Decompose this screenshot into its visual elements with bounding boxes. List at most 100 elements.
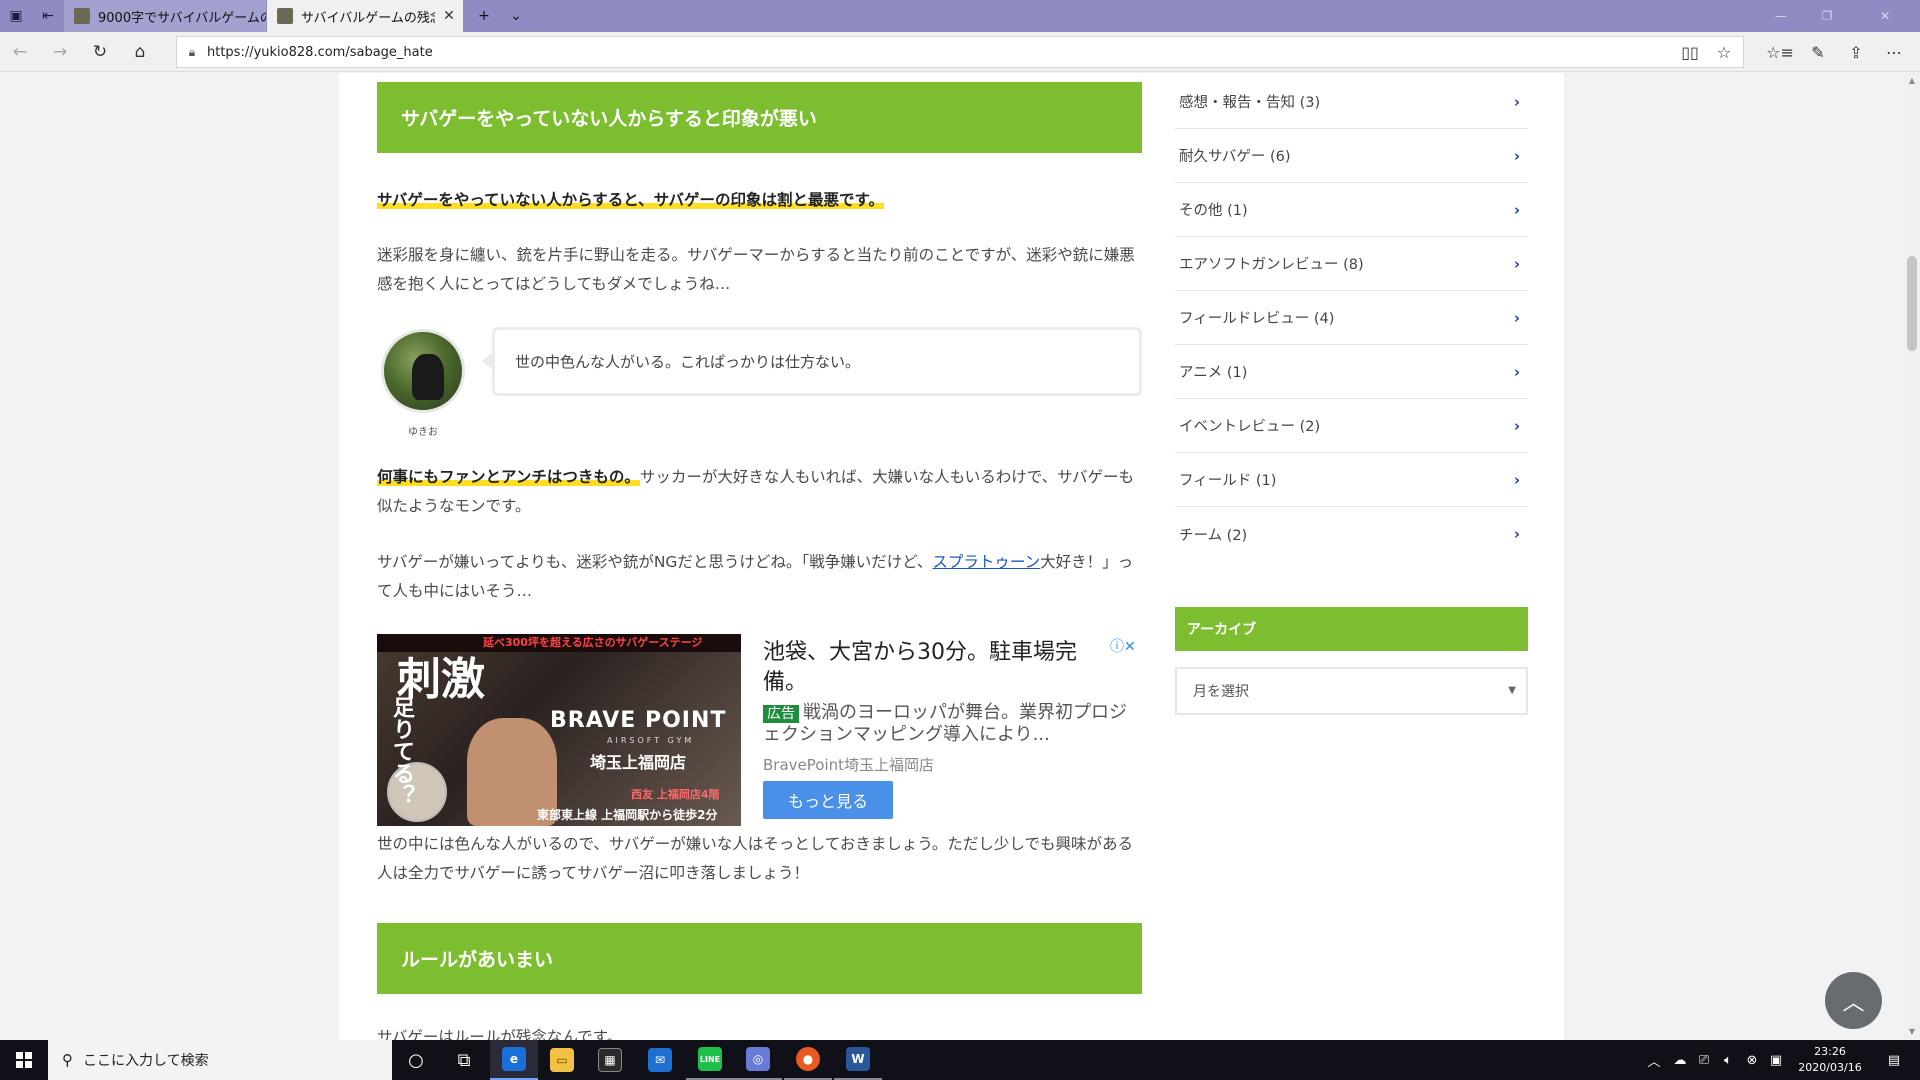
content-container: サバゲーをやっていない人からすると印象が悪い サバゲーをやっていない人からすると… — [339, 73, 1564, 1040]
tab-sabage-guide[interactable]: 9000字でサバイバルゲームの始め — [64, 0, 266, 32]
notification-center-icon[interactable]: ▤ — [1874, 1040, 1914, 1080]
new-tab-icon[interactable]: + — [468, 0, 500, 32]
tab-list-chevron-icon[interactable]: ⌄ — [500, 0, 532, 32]
ad-description: 広告 戦渦のヨーロッパが舞台。業界初プロジェクションマッピング導入により... — [763, 702, 1133, 746]
reading-view-icon[interactable]: ▯▯ — [1674, 36, 1706, 68]
paragraph-rules: サバゲーはルールが残念なんです。 — [377, 1028, 623, 1040]
tab-title: 9000字でサバイバルゲームの始め — [98, 10, 266, 26]
chevron-right-icon: › — [1513, 93, 1520, 111]
section-heading-rules: ルールがあいまい — [377, 923, 1142, 994]
maximize-icon[interactable]: ❐ — [1804, 0, 1850, 32]
avatar — [381, 329, 465, 413]
ad-image-top-text: 延べ300坪を超える広さのサバゲーステージ — [377, 634, 741, 652]
tab-title: サバイバルゲームの残念など — [301, 10, 435, 26]
onedrive-cloud-icon[interactable]: ☁ — [1668, 1040, 1692, 1080]
tab-favicon-icon — [74, 8, 90, 24]
category-item[interactable]: エアソフトガンレビュー (8) › — [1175, 237, 1528, 291]
scrollbar-thumb[interactable] — [1907, 256, 1917, 351]
mail-icon[interactable]: ✉ — [636, 1040, 684, 1080]
splatoon-link[interactable]: スプラトゥーン — [932, 553, 1040, 571]
cortana-icon[interactable]: ○ — [392, 1040, 440, 1080]
windows-logo-icon — [16, 1052, 32, 1068]
archive-select-value: 月を選択 — [1193, 684, 1249, 700]
scroll-up-icon[interactable]: ▲ — [1904, 73, 1920, 89]
back-arrow-icon[interactable]: ← — [4, 36, 36, 68]
ad-badge: 広告 — [763, 705, 799, 723]
set-aside-tabs-icon[interactable]: ⇤ — [32, 0, 64, 32]
back-to-top-button[interactable]: ︿ — [1825, 972, 1882, 1029]
tab-actions-icon[interactable]: ▣ — [0, 0, 32, 32]
advertisement[interactable]: 延べ300坪を超える広さのサバゲーステージ 刺激 足りてる？ BRAVE POI… — [377, 634, 1142, 826]
tray-x-icon[interactable]: ⊗ — [1740, 1040, 1764, 1080]
category-item[interactable]: 感想・報告・告知 (3) › — [1175, 75, 1528, 129]
category-item[interactable]: チーム (2) › — [1175, 507, 1528, 561]
ad-image-access: 東部東上線 上福岡駅から徒歩2分 — [537, 808, 718, 822]
favorites-hub-icon[interactable]: ☆≡ — [1764, 36, 1796, 68]
paragraph-text: サバゲーが嫌いってよりも、迷彩や銃がNGだと思うけどね。「戦争嫌いだけど、 — [377, 553, 933, 571]
category-item[interactable]: 耐久サバゲー (6) › — [1175, 129, 1528, 183]
browser-tab-bar: ▣ ⇤ 9000字でサバイバルゲームの始め サバイバルゲームの残念など ✕ + … — [0, 0, 1920, 32]
taskbar-search[interactable]: ⚲ ここに入力して検索 — [48, 1040, 392, 1080]
taskbar-clock[interactable]: 23:26 2020/03/16 — [1790, 1040, 1870, 1080]
refresh-icon[interactable]: ↻ — [84, 36, 116, 68]
line-app-icon[interactable]: LINE — [686, 1040, 734, 1080]
tab-sabage-hate[interactable]: サバイバルゲームの残念など ✕ — [267, 0, 463, 32]
category-label: 耐久サバゲー (6) — [1179, 149, 1291, 165]
dropdown-arrow-icon: ▼ — [1508, 685, 1516, 696]
notes-pen-icon[interactable]: ✎ — [1802, 36, 1834, 68]
store-icon[interactable]: ▦ — [586, 1040, 634, 1080]
avatar-name: ゆきお — [408, 427, 438, 438]
category-item[interactable]: その他 (1) › — [1175, 183, 1528, 237]
address-bar[interactable]: 🔒︎ https://yukio828.com/sabage_hate — [176, 36, 1744, 68]
paragraph-lead: サバゲーをやっていない人からすると、サバゲーの印象は割と最悪です。 — [377, 186, 1142, 215]
network-icon[interactable]: ⎚ — [1692, 1040, 1716, 1080]
favorite-star-icon[interactable]: ☆ — [1708, 36, 1740, 68]
tray-chevron-up-icon[interactable]: ︿ — [1642, 1040, 1666, 1080]
page-scrollbar[interactable]: ▲ ▼ — [1904, 73, 1920, 1040]
clock-time: 23:26 — [1814, 1045, 1846, 1058]
web-page: サバゲーをやっていない人からすると印象が悪い サバゲーをやっていない人からすると… — [0, 73, 1904, 1040]
tab-favicon-icon — [277, 8, 293, 24]
chevron-right-icon: › — [1513, 417, 1520, 435]
category-item[interactable]: フィールドレビュー (4) › — [1175, 291, 1528, 345]
scroll-down-icon[interactable]: ▼ — [1904, 1024, 1920, 1040]
minimize-icon[interactable]: — — [1758, 0, 1804, 32]
ad-headline[interactable]: 池袋、大宮から30分。駐車場完備。 — [763, 638, 1093, 698]
category-label: アニメ (1) — [1179, 365, 1248, 381]
tab-close-icon[interactable]: ✕ — [435, 8, 463, 24]
task-view-icon[interactable]: ⧉ — [440, 1040, 488, 1080]
share-icon[interactable]: ⇪ — [1840, 36, 1872, 68]
more-menu-icon[interactable]: ⋯ — [1878, 36, 1910, 68]
search-icon: ⚲ — [62, 1051, 73, 1069]
home-icon[interactable]: ⌂ — [124, 36, 156, 68]
word-icon[interactable]: W — [834, 1040, 882, 1080]
ad-info-close-icon[interactable]: ⓘ✕ — [1110, 636, 1136, 656]
ime-icon[interactable]: ▣ — [1764, 1040, 1788, 1080]
url-text: https://yukio828.com/sabage_hate — [207, 44, 433, 60]
category-label: フィールド (1) — [1179, 473, 1277, 489]
highlight-text: 何事にもファンとアンチはつきもの。 — [377, 468, 640, 486]
category-item[interactable]: アニメ (1) › — [1175, 345, 1528, 399]
volume-icon[interactable]: 🔈︎ — [1716, 1040, 1740, 1080]
archive-month-select[interactable]: 月を選択 ▼ — [1175, 667, 1528, 715]
chevron-right-icon: › — [1513, 471, 1520, 489]
chevron-right-icon: › — [1513, 309, 1520, 327]
ad-more-button[interactable]: もっと見る — [763, 781, 893, 819]
file-explorer-icon[interactable]: ▭ — [538, 1040, 586, 1080]
start-button[interactable] — [0, 1040, 48, 1080]
category-item[interactable]: フィールド (1) › — [1175, 453, 1528, 507]
category-label: 感想・報告・告知 (3) — [1179, 95, 1321, 111]
edge-browser-icon[interactable]: e — [490, 1040, 538, 1080]
discord-icon[interactable]: ◎ — [734, 1040, 782, 1080]
ad-image-brand-sub: AIRSOFT GYM — [607, 736, 695, 745]
paragraph-fans: 何事にもファンとアンチはつきもの。サッカーが大好きな人もいれば、大嫌いな人もいる… — [377, 463, 1142, 521]
forward-arrow-icon[interactable]: → — [44, 36, 76, 68]
category-item[interactable]: イベントレビュー (2) › — [1175, 399, 1528, 453]
maps-pin-icon[interactable]: ● — [784, 1040, 832, 1080]
category-label: その他 (1) — [1179, 203, 1248, 219]
ad-image[interactable]: 延べ300坪を超える広さのサバゲーステージ 刺激 足りてる？ BRAVE POI… — [377, 634, 741, 826]
close-window-icon[interactable]: ✕ — [1850, 0, 1920, 32]
chevron-right-icon: › — [1513, 255, 1520, 273]
chevron-right-icon: › — [1513, 525, 1520, 543]
ad-image-tariteru: 足りてる？ — [389, 696, 414, 806]
